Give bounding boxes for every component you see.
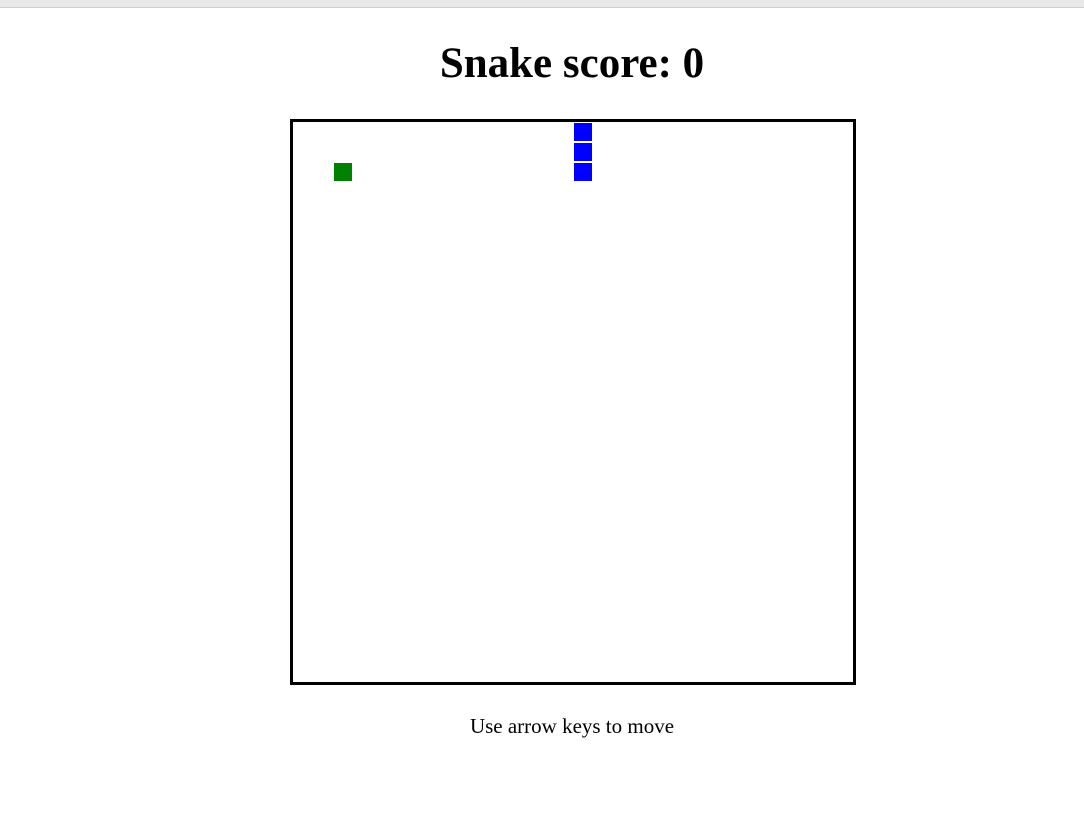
food-pellet bbox=[334, 163, 352, 181]
instructions-text: Use arrow keys to move bbox=[469, 714, 675, 738]
snake-segment bbox=[574, 143, 592, 161]
game-board[interactable] bbox=[290, 119, 856, 685]
score-title: Snake score: 0 bbox=[439, 40, 705, 87]
browser-top-bar bbox=[0, 0, 1084, 8]
snake-head bbox=[574, 123, 592, 141]
snake-segment bbox=[574, 163, 592, 181]
